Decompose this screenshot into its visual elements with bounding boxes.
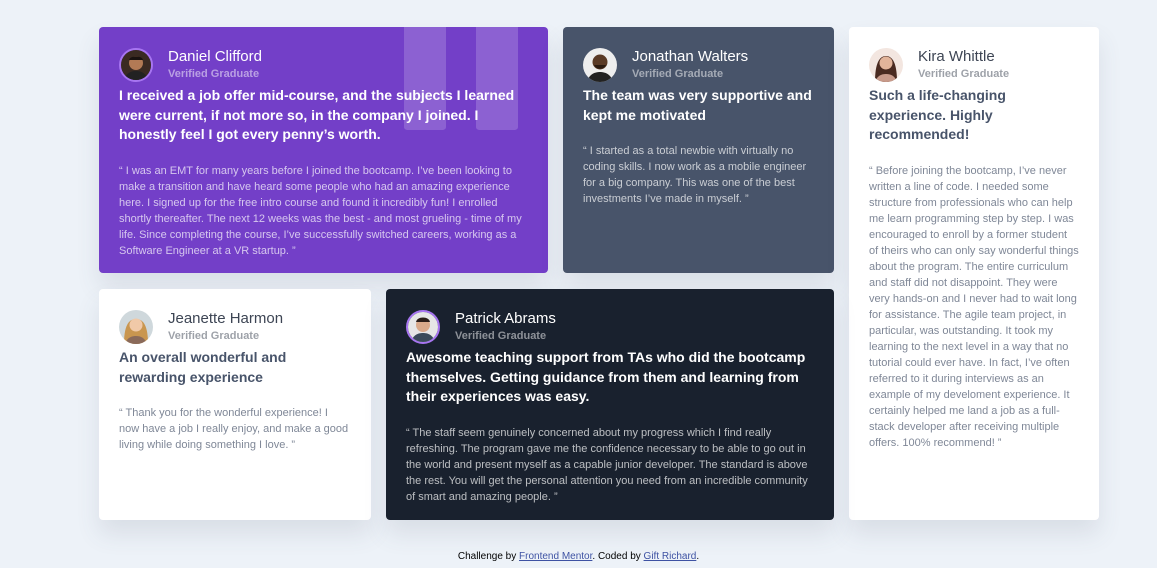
attribution-prefix: Challenge by [457,551,520,562]
testimonial-headline: I received a job offer mid-course, and t… [119,87,515,142]
card-header: Daniel Clifford Verified Graduate [119,47,528,82]
author-role: Verified Graduate [455,330,547,342]
testimonial-card-daniel: Daniel Clifford Verified Graduate I rece… [99,27,548,273]
attribution: Challenge by Frontend Mentor. Coded by G… [0,551,1157,562]
author-role: Verified Graduate [168,68,260,80]
testimonial-body: “ I started as a total newbie with virtu… [583,145,807,205]
testimonial-card-jeanette: Jeanette Harmon Verified Graduate An ove… [99,289,371,520]
frontend-mentor-link[interactable]: Frontend Mentor [519,551,592,562]
testimonial-card-jonathan: Jonathan Walters Verified Graduate The t… [563,27,834,273]
avatar [406,309,440,344]
author-role: Verified Graduate [632,68,724,80]
author-name: Kira Whittle [918,48,995,65]
author-name: Daniel Clifford [168,48,262,65]
author-name: Jonathan Walters [632,48,749,65]
author-name: Patrick Abrams [455,310,556,327]
card-header: Kira Whittle Verified Graduate [869,47,1079,82]
testimonial-body: “ I was an EMT for many years before I j… [119,164,522,257]
avatar [869,47,903,82]
avatar [583,47,617,82]
author-link[interactable]: Gift Richard [644,551,697,562]
testimonial-body: “ The staff seem genuinely concerned abo… [406,426,808,503]
testimonial-headline: Such a life-changing experience. Highly … [869,87,1006,142]
testimonial-headline: The team was very supportive and kept me… [583,87,812,123]
attribution-suffix: . [696,551,700,562]
testimonial-body: “ Thank you for the wonderful experience… [119,407,349,451]
card-header: Patrick Abrams Verified Graduate [406,309,814,344]
card-header: Jeanette Harmon Verified Graduate [119,309,351,344]
avatar [119,47,153,82]
testimonial-card-kira: Kira Whittle Verified Graduate Such a li… [849,27,1099,520]
testimonial-headline: Awesome teaching support from TAs who di… [406,349,806,404]
author-role: Verified Graduate [168,330,260,342]
attribution-middle: . Coded by [592,551,644,562]
author-name: Jeanette Harmon [168,310,284,327]
testimonial-headline: An overall wonderful and rewarding exper… [119,349,287,385]
avatar [119,309,153,344]
card-header: Jonathan Walters Verified Graduate [583,47,814,82]
author-role: Verified Graduate [918,68,1010,80]
testimonial-body: “ Before joining the bootcamp, I’ve neve… [869,164,1079,449]
testimonial-card-patrick: Patrick Abrams Verified Graduate Awesome… [386,289,834,520]
